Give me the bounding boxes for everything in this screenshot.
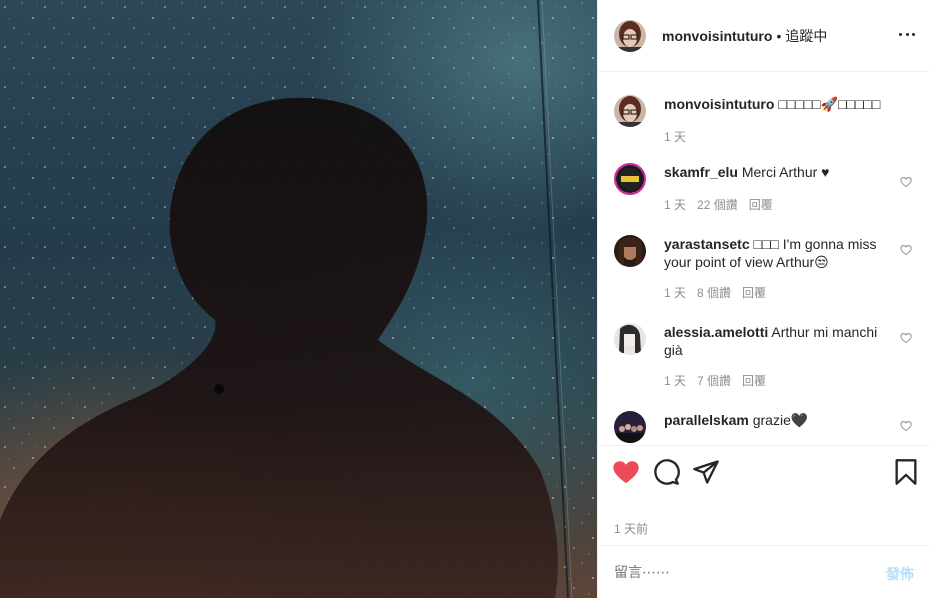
reply-button[interactable]: 回覆 bbox=[742, 372, 766, 389]
comments-list[interactable]: monvoisintuturo □□□□□🚀□□□□□ 1 天 skamfr_e… bbox=[598, 73, 929, 445]
like-comment-icon[interactable] bbox=[900, 420, 912, 432]
comment-icon[interactable] bbox=[652, 458, 680, 486]
post-timestamp[interactable]: 1 天前 bbox=[614, 520, 648, 537]
caption-body: □□□□□🚀□□□□□ bbox=[778, 96, 881, 112]
like-comment-icon[interactable] bbox=[900, 244, 912, 256]
comment-avatar[interactable] bbox=[614, 235, 646, 267]
comment-text: yarastansetc □□□ I'm gonna miss your poi… bbox=[664, 235, 889, 271]
caption-username[interactable]: monvoisintuturo bbox=[664, 96, 774, 112]
comment-meta: 1 天 8 個讚 回覆 bbox=[664, 284, 766, 301]
photo-content bbox=[0, 0, 597, 598]
comment-text: parallelskam grazie🖤 bbox=[664, 411, 889, 429]
header-separator: • bbox=[776, 27, 782, 44]
post-header: monvoisintuturo • 追蹤中 bbox=[598, 0, 929, 72]
post-side-panel: monvoisintuturo • 追蹤中 monvoisintuturo □□… bbox=[597, 0, 929, 598]
author-avatar[interactable] bbox=[614, 19, 646, 52]
reply-button[interactable]: 回覆 bbox=[749, 196, 773, 213]
caption-text: monvoisintuturo □□□□□🚀□□□□□ bbox=[664, 95, 904, 113]
comment-username[interactable]: alessia.amelotti bbox=[664, 324, 768, 340]
comment-text: skamfr_elu Merci Arthur ♥ bbox=[664, 163, 889, 181]
like-comment-icon[interactable] bbox=[900, 332, 912, 344]
add-comment-bar: 發佈 bbox=[598, 545, 929, 598]
like-comment-icon[interactable] bbox=[900, 176, 912, 188]
caption-time[interactable]: 1 天 bbox=[664, 128, 686, 145]
comment-body: Merci Arthur ♥ bbox=[741, 164, 830, 180]
comment-username[interactable]: parallelskam bbox=[664, 412, 749, 428]
comment-avatar[interactable] bbox=[614, 163, 646, 195]
comment-username[interactable]: yarastansetc bbox=[664, 236, 750, 252]
author-username[interactable]: monvoisintuturo bbox=[662, 28, 772, 44]
post-comment-button[interactable]: 發佈 bbox=[886, 564, 914, 584]
comment-avatar[interactable] bbox=[614, 323, 646, 355]
reply-button[interactable]: 回覆 bbox=[742, 284, 766, 301]
comment-avatar[interactable] bbox=[614, 411, 646, 443]
comment-text: alessia.amelotti Arthur mi manchi già bbox=[664, 323, 889, 359]
heart-icon[interactable] bbox=[612, 458, 640, 486]
comment-likes[interactable]: 8 個讚 bbox=[697, 284, 731, 301]
comment-time[interactable]: 1 天 bbox=[664, 372, 686, 389]
comment-likes[interactable]: 22 個讚 bbox=[697, 196, 738, 213]
post-actions bbox=[598, 445, 929, 497]
post-photo[interactable] bbox=[0, 0, 597, 598]
share-icon[interactable] bbox=[692, 458, 720, 486]
follow-status-button[interactable]: 追蹤中 bbox=[785, 26, 827, 46]
caption-avatar[interactable] bbox=[614, 95, 646, 127]
comment-time[interactable]: 1 天 bbox=[664, 284, 686, 301]
comment-body: grazie🖤 bbox=[752, 412, 809, 428]
comment-meta: 1 天 7 個讚 回覆 bbox=[664, 372, 766, 389]
comment-meta: 1 天 22 個讚 回覆 bbox=[664, 196, 773, 213]
more-options-icon[interactable] bbox=[899, 26, 915, 42]
comment-time[interactable]: 1 天 bbox=[664, 196, 686, 213]
comment-likes[interactable]: 7 個讚 bbox=[697, 372, 731, 389]
comment-username[interactable]: skamfr_elu bbox=[664, 164, 738, 180]
caption-meta: 1 天 bbox=[664, 128, 686, 145]
bookmark-icon[interactable] bbox=[892, 458, 920, 486]
comment-input[interactable] bbox=[614, 564, 854, 580]
